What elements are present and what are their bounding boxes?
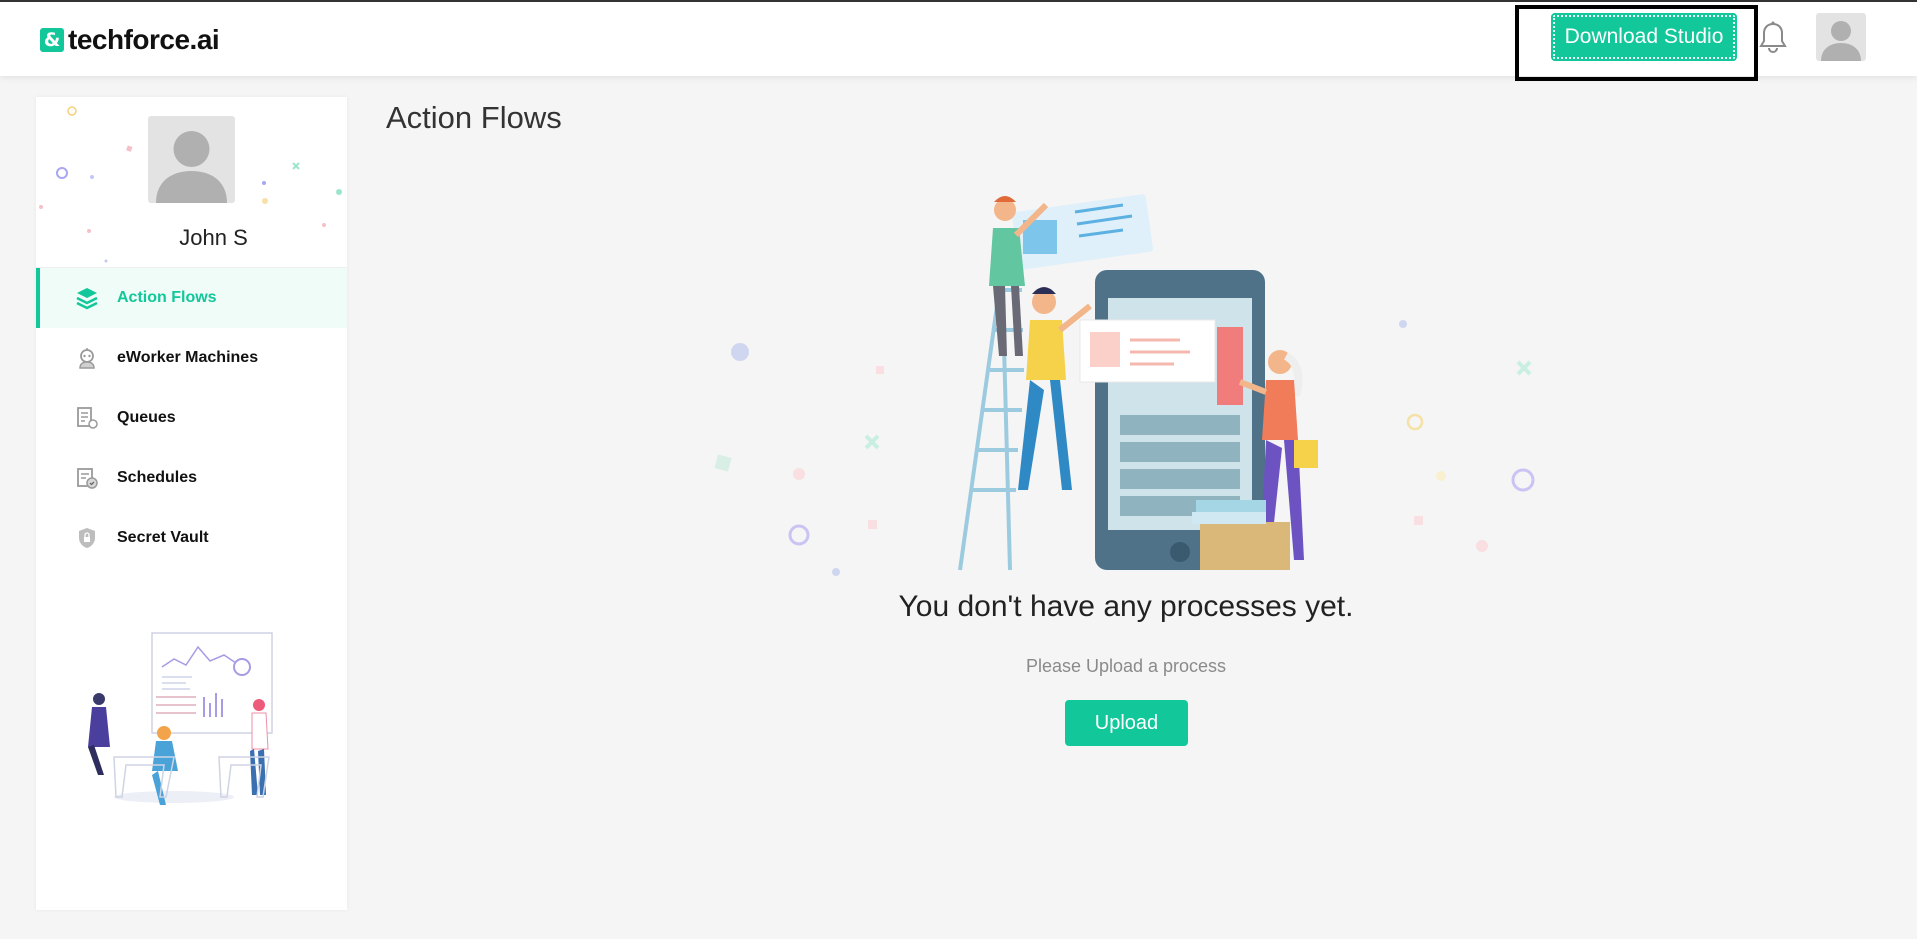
logo-text: techforce.ai xyxy=(68,24,220,55)
sidebar-item-label: Secret Vault xyxy=(117,529,209,546)
user-name: John S xyxy=(179,225,248,250)
robot-icon xyxy=(79,348,95,369)
sidebar-nav: Action Flows eWorker Machines Queues Sch… xyxy=(36,268,347,568)
empty-state-subtitle: Please Upload a process xyxy=(1025,656,1227,676)
profile-avatar xyxy=(148,116,235,203)
sidebar-item-eworker-machines[interactable]: eWorker Machines xyxy=(36,328,347,388)
team-dashboard-illustration xyxy=(88,632,273,805)
queue-document-icon xyxy=(77,407,98,429)
bell-icon[interactable] xyxy=(1756,20,1790,56)
empty-state-illustration xyxy=(714,194,1535,576)
user-avatar-icon xyxy=(1821,21,1861,61)
sidebar-item-label: Action Flows xyxy=(117,289,217,306)
shield-lock-icon xyxy=(79,528,95,548)
schedule-clock-icon xyxy=(77,468,98,489)
sidebar-item-action-flows[interactable]: Action Flows xyxy=(36,268,347,328)
layers-icon xyxy=(76,288,98,310)
empty-state-title: You don't have any processes yet. xyxy=(898,590,1354,623)
sidebar-item-schedules[interactable]: Schedules xyxy=(36,448,347,508)
profile-avatar-icon xyxy=(156,131,227,203)
brand-logo[interactable]: & techforce.ai xyxy=(40,24,220,56)
logo-mark: & xyxy=(40,28,64,52)
sidebar-item-queues[interactable]: Queues xyxy=(36,388,347,448)
sidebar: John S Action Flows eWorker Machines Que… xyxy=(36,97,347,910)
sidebar-item-label: Queues xyxy=(117,409,176,426)
upload-button[interactable]: Upload xyxy=(1065,700,1188,746)
page-title: Action Flows xyxy=(386,100,562,135)
sidebar-item-label: Schedules xyxy=(117,469,198,486)
download-studio-button[interactable]: Download Studio xyxy=(1551,13,1737,61)
user-avatar-button[interactable] xyxy=(1816,13,1866,61)
sidebar-item-secret-vault[interactable]: Secret Vault xyxy=(36,508,347,568)
sidebar-item-label: eWorker Machines xyxy=(117,349,259,366)
profile-area: John S xyxy=(36,97,347,268)
